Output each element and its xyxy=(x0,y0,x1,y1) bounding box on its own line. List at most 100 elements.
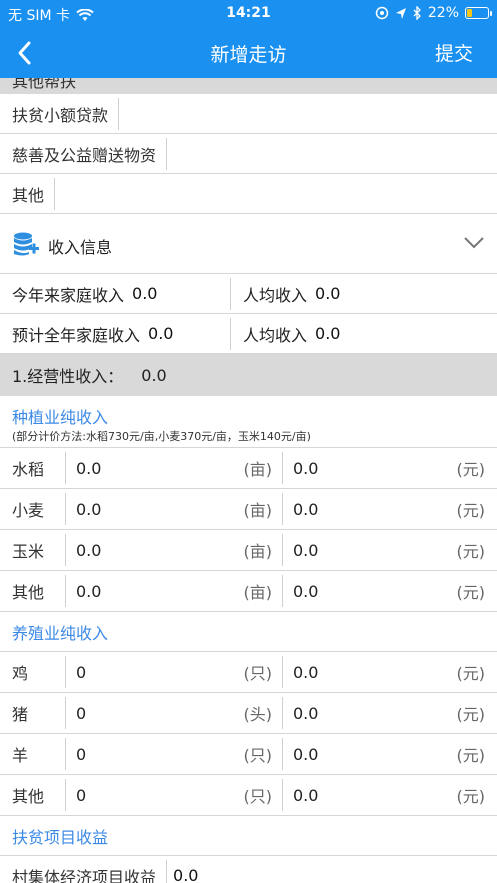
form-row-microloan[interactable]: 扶贫小额贷款 xyxy=(0,94,497,134)
income-row: 今年来家庭收入 0.0 人均收入 0.0 xyxy=(0,274,497,314)
field-label: 其他 xyxy=(12,185,45,205)
planting-header: 种植业纯收入 (部分计价方法:水稻730元/亩,小麦370元/亩，玉米140元/… xyxy=(0,396,497,448)
quantity-input[interactable]: 0 (只) xyxy=(65,738,282,770)
planting-row: 玉米 0.0 (亩) 0.0 (元) xyxy=(0,530,497,571)
quantity-input[interactable]: 0 (头) xyxy=(65,697,282,729)
form-row-charity[interactable]: 慈善及公益赠送物资 xyxy=(0,134,497,174)
quantity-value: 0 xyxy=(76,662,87,682)
est-per-capita-value: 0.0 xyxy=(315,324,341,343)
battery-percent: 22% xyxy=(427,5,459,21)
quantity-unit: (头) xyxy=(243,705,273,724)
operating-income-value: 0.0 xyxy=(141,365,167,385)
breeding-title: 养殖业纯收入 xyxy=(12,623,109,643)
income-cell: 人均收入 0.0 xyxy=(230,277,497,310)
divider xyxy=(166,137,168,170)
quantity-input[interactable]: 0 (只) xyxy=(65,779,282,811)
income-section-header[interactable]: 收入信息 xyxy=(0,214,497,274)
est-year-income-value: 0.0 xyxy=(148,324,174,343)
location-icon xyxy=(395,7,406,19)
income-cell: 今年来家庭收入 0.0 xyxy=(0,282,230,306)
amount-input[interactable]: 0.0 (元) xyxy=(282,575,497,607)
divider xyxy=(54,177,56,210)
amount-unit: (元) xyxy=(456,460,486,479)
amount-value: 0.0 xyxy=(293,499,319,519)
form-row-village-project[interactable]: 村集体经济项目收益 0.0 xyxy=(0,856,497,883)
section-band-other: 其他帮扶 xyxy=(0,78,497,94)
divider xyxy=(118,97,120,130)
quantity-value: 0 xyxy=(76,703,87,723)
amount-input[interactable]: 0.0 (元) xyxy=(282,656,497,688)
year-income-value: 0.0 xyxy=(132,284,158,303)
database-add-icon xyxy=(14,232,39,256)
amount-value: 0.0 xyxy=(293,785,319,805)
field-label: 慈善及公益赠送物资 xyxy=(12,145,157,165)
row-label: 羊 xyxy=(12,746,29,765)
screen-lock-icon xyxy=(375,6,389,20)
status-bar: 无 SIM 卡 14:21 22% xyxy=(0,0,497,28)
row-label: 猪 xyxy=(12,705,29,724)
project-header: 扶贫项目收益 xyxy=(0,816,497,856)
submit-button[interactable]: 提交 xyxy=(435,39,473,66)
planting-row: 小麦 0.0 (亩) 0.0 (元) xyxy=(0,489,497,530)
amount-unit: (元) xyxy=(456,705,486,724)
quantity-unit: (只) xyxy=(243,746,273,765)
quantity-unit: (亩) xyxy=(243,583,273,602)
amount-input[interactable]: 0.0 (元) xyxy=(282,452,497,484)
amount-value: 0.0 xyxy=(293,458,319,478)
field-label: 人均收入 xyxy=(243,285,308,305)
amount-input[interactable]: 0.0 (元) xyxy=(282,697,497,729)
battery-icon xyxy=(465,7,492,19)
quantity-value: 0 xyxy=(76,744,87,764)
quantity-unit: (只) xyxy=(243,787,273,806)
quantity-input[interactable]: 0.0 (亩) xyxy=(65,534,282,566)
village-project-input[interactable]: 0.0 xyxy=(167,866,198,883)
form-row-other[interactable]: 其他 xyxy=(0,174,497,214)
amount-input[interactable]: 0.0 (元) xyxy=(282,738,497,770)
income-section-title: 收入信息 xyxy=(48,238,113,257)
row-label: 小麦 xyxy=(12,501,45,520)
breeding-row: 鸡 0 (只) 0.0 (元) xyxy=(0,652,497,693)
field-label: 扶贫小额贷款 xyxy=(12,105,109,125)
bluetooth-icon xyxy=(413,6,421,20)
amount-unit: (元) xyxy=(456,501,486,520)
field-label: 预计全年家庭收入 xyxy=(12,325,141,345)
amount-input[interactable]: 0.0 (元) xyxy=(282,493,497,525)
quantity-input[interactable]: 0 (只) xyxy=(65,656,282,688)
row-label: 鸡 xyxy=(12,664,29,683)
nav-bar: 新增走访 提交 xyxy=(0,28,497,78)
row-label: 水稻 xyxy=(12,460,45,479)
amount-unit: (元) xyxy=(456,787,486,806)
quantity-input[interactable]: 0.0 (亩) xyxy=(65,575,282,607)
planting-title: 种植业纯收入 xyxy=(12,408,109,427)
field-label: 人均收入 xyxy=(243,325,308,345)
amount-input[interactable]: 0.0 (元) xyxy=(282,779,497,811)
page-title: 新增走访 xyxy=(210,44,287,66)
amount-unit: (元) xyxy=(456,542,486,561)
field-label: 今年来家庭收入 xyxy=(12,285,125,305)
operating-income-label: 1.经营性收入： xyxy=(12,367,124,386)
quantity-unit: (亩) xyxy=(243,501,273,520)
chevron-down-icon[interactable] xyxy=(463,236,485,250)
form-scroll[interactable]: 其他帮扶 扶贫小额贷款 慈善及公益赠送物资 其他 收入信息 今年来家庭收入 0.… xyxy=(0,78,497,883)
row-label: 其他 xyxy=(12,787,45,806)
per-capita-income-value: 0.0 xyxy=(315,284,341,303)
quantity-unit: (亩) xyxy=(243,542,273,561)
amount-value: 0.0 xyxy=(293,540,319,560)
amount-unit: (元) xyxy=(456,583,486,602)
income-row: 预计全年家庭收入 0.0 人均收入 0.0 xyxy=(0,314,497,354)
breeding-row: 其他 0 (只) 0.0 (元) xyxy=(0,775,497,816)
quantity-input[interactable]: 0.0 (亩) xyxy=(65,493,282,525)
income-cell: 预计全年家庭收入 0.0 xyxy=(0,322,230,346)
planting-row: 其他 0.0 (亩) 0.0 (元) xyxy=(0,571,497,612)
field-label: 村集体经济项目收益 xyxy=(12,867,157,883)
planting-price-note: (部分计价方法:水稻730元/亩,小麦370元/亩，玉米140元/亩) xyxy=(12,430,311,443)
quantity-unit: (只) xyxy=(243,664,273,683)
amount-unit: (元) xyxy=(456,664,486,683)
quantity-value: 0.0 xyxy=(76,540,102,560)
quantity-value: 0.0 xyxy=(76,499,102,519)
amount-input[interactable]: 0.0 (元) xyxy=(282,534,497,566)
row-label: 玉米 xyxy=(12,542,45,561)
quantity-unit: (亩) xyxy=(243,460,273,479)
amount-value: 0.0 xyxy=(293,581,319,601)
quantity-input[interactable]: 0.0 (亩) xyxy=(65,452,282,484)
